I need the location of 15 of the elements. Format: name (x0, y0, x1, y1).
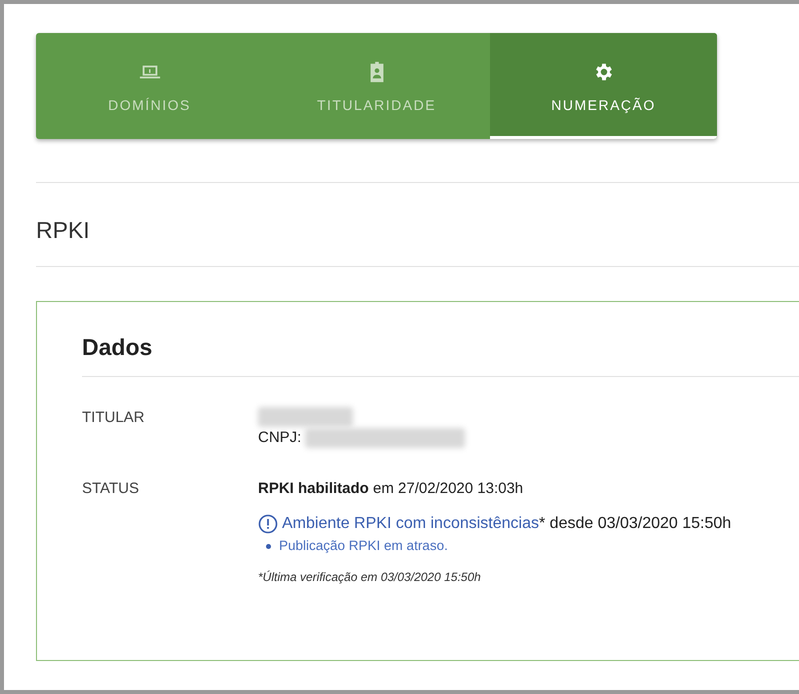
info-icon (258, 514, 278, 534)
field-label: STATUS (82, 480, 139, 496)
tab[interactable]: DOMÍNIOS (36, 33, 263, 139)
page-title: RPKI (36, 217, 90, 243)
tab[interactable]: TITULARIDADE (263, 33, 490, 139)
issue-text: Publicação RPKI em atraso. (279, 537, 448, 555)
footnote: *Última verificação em 03/03/2020 15:50h (258, 570, 481, 584)
field-label: CNPJ: (258, 428, 302, 448)
alert-text: Ambiente RPKI com inconsistências* desde 03/03/2020 15:50h (282, 514, 732, 534)
field-label: TITULAR (82, 409, 145, 426)
alert-link[interactable]: Ambiente RPKI com inconsistências (282, 515, 539, 532)
card-title: Dados (82, 334, 152, 360)
bullet-icon (266, 544, 271, 549)
status-text: RPKI habilitado em 27/02/2020 13:03h (258, 478, 524, 498)
tab[interactable]: NUMERAÇÃO (490, 33, 717, 139)
